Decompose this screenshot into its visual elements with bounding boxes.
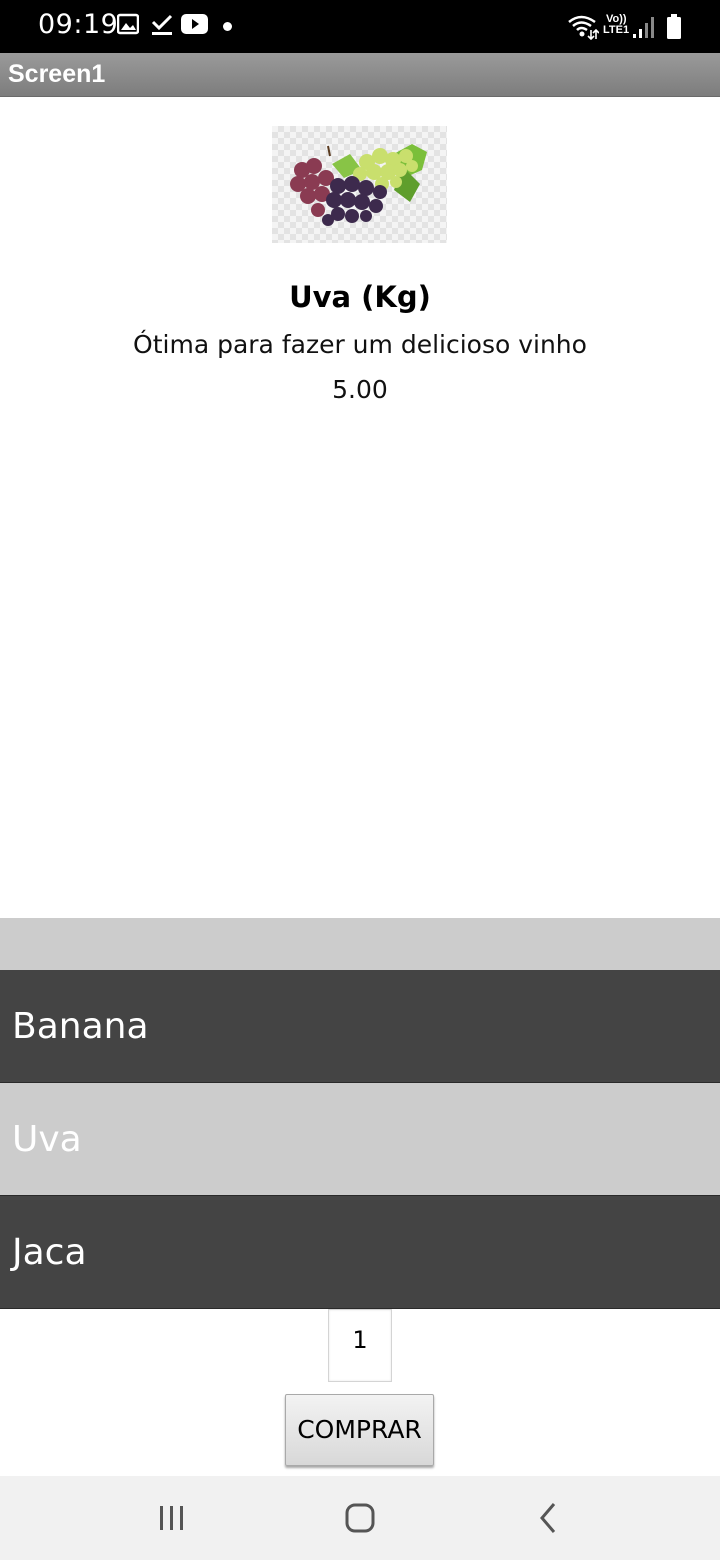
fruit-list: Banana Uva Jaca xyxy=(0,970,720,1309)
lte-label: LTE1 xyxy=(603,24,630,36)
quantity-input[interactable]: 1 xyxy=(328,1309,392,1382)
list-item[interactable]: Jaca xyxy=(0,1196,720,1309)
navigation-bar xyxy=(0,1476,720,1560)
product-price: 5.00 xyxy=(332,375,388,404)
product-description: Ótima para fazer um delicioso vinho xyxy=(133,330,587,359)
list-item-label: Uva xyxy=(12,1119,82,1160)
list-item-label: Jaca xyxy=(12,1232,87,1273)
image-icon xyxy=(116,13,140,40)
home-icon[interactable] xyxy=(338,1496,382,1540)
status-bar: 09:19 Vo)) LTE1 xyxy=(0,0,720,53)
notification-dot-icon xyxy=(223,22,232,31)
battery-icon xyxy=(666,14,682,45)
wifi-icon xyxy=(567,14,600,45)
youtube-icon xyxy=(181,13,208,40)
back-icon[interactable] xyxy=(526,1496,570,1540)
volte-lte-icon: Vo)) LTE1 xyxy=(603,14,629,36)
signal-icon xyxy=(633,16,655,43)
list-item[interactable]: Banana xyxy=(0,970,720,1083)
status-time: 09:19 xyxy=(38,9,119,40)
buy-button[interactable]: COMPRAR xyxy=(285,1394,434,1466)
list-header xyxy=(0,918,720,970)
grapes-image xyxy=(272,126,447,243)
list-item-label: Banana xyxy=(12,1006,149,1047)
screen-title: Screen1 xyxy=(8,60,106,88)
check-download-icon xyxy=(151,13,173,42)
list-item[interactable]: Uva xyxy=(0,1083,720,1196)
title-bar: Screen1 xyxy=(0,53,720,97)
product-name: Uva (Kg) xyxy=(289,280,431,314)
recent-apps-icon[interactable] xyxy=(150,1496,194,1540)
